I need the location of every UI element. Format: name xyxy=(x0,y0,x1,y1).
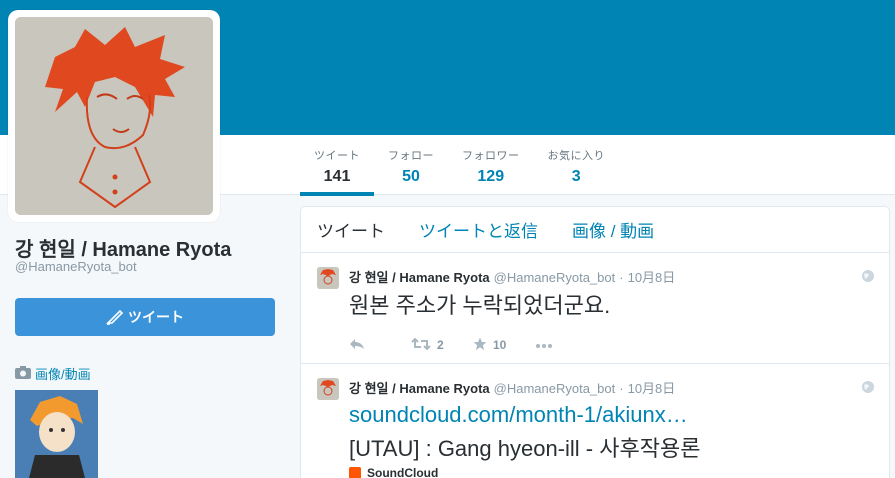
profile-avatar[interactable] xyxy=(8,10,220,222)
stat-favorites-label: お気に入り xyxy=(547,150,605,162)
reply-button[interactable] xyxy=(349,338,411,353)
card-source-label: SoundCloud xyxy=(367,466,439,478)
favorite-count: 10 xyxy=(493,338,507,352)
tweet-author-name[interactable]: 강 현일 / Hamane Ryota xyxy=(349,378,490,397)
retweet-button[interactable]: 2 xyxy=(411,337,473,353)
tweet-item[interactable]: 강 현일 / Hamane Ryota @HamaneRyota_bot · 1… xyxy=(301,364,889,478)
globe-icon xyxy=(861,380,875,399)
tweet-text: 원본 주소가 누락되었더군요. xyxy=(349,293,611,318)
stat-favorites[interactable]: お気に入り 3 xyxy=(534,135,620,195)
star-icon xyxy=(473,337,487,354)
tweet-author-handle[interactable]: @HamaneRyota_bot xyxy=(494,381,616,396)
tab-media[interactable]: 画像 / 動画 xyxy=(572,217,654,242)
stat-favorites-value: 3 xyxy=(571,168,581,185)
stat-following[interactable]: フォロー 50 xyxy=(374,135,448,195)
media-link-label: 画像/動画 xyxy=(35,367,91,382)
soundcloud-icon xyxy=(349,467,361,478)
media-thumbnail[interactable] xyxy=(15,390,98,478)
tweet-timestamp[interactable]: 10月8日 xyxy=(628,378,676,397)
reply-icon xyxy=(349,338,365,353)
quill-icon xyxy=(106,309,124,325)
tweet-separator: · xyxy=(619,381,624,396)
tweet-author-name[interactable]: 강 현일 / Hamane Ryota xyxy=(349,267,490,286)
stat-followers[interactable]: フォロワー 129 xyxy=(448,135,534,195)
stat-followers-label: フォロワー xyxy=(462,150,520,162)
tweet-link[interactable]: soundcloud.com/month-1/akiunx… xyxy=(349,401,873,429)
stat-followers-value: 129 xyxy=(477,168,505,185)
globe-icon xyxy=(861,269,875,288)
profile-handle[interactable]: @HamaneRyota_bot xyxy=(15,259,137,274)
tweet-text: [UTAU] : Gang hyeon-ill - 사후작용론 xyxy=(349,436,701,461)
tweet-button-label: ツイート xyxy=(128,309,184,325)
tweet-author-handle[interactable]: @HamaneRyota_bot xyxy=(494,270,616,285)
media-link[interactable]: 画像/動画 xyxy=(15,364,91,383)
tweet-avatar[interactable] xyxy=(317,267,339,289)
stat-following-label: フォロー xyxy=(388,150,434,162)
tweet-avatar[interactable] xyxy=(317,378,339,400)
tweet-actions: 2 10 xyxy=(349,326,873,364)
retweet-count: 2 xyxy=(437,338,444,352)
tweet-timestamp[interactable]: 10月8日 xyxy=(628,267,676,286)
stat-tweets-label: ツイート xyxy=(314,150,360,162)
tweet-separator: · xyxy=(619,270,624,285)
tab-tweets-and-replies[interactable]: ツイートと返信 xyxy=(419,217,538,242)
tab-tweets[interactable]: ツイート xyxy=(317,217,385,242)
tweet-header: 강 현일 / Hamane Ryota @HamaneRyota_bot · 1… xyxy=(349,378,873,397)
stat-following-value: 50 xyxy=(402,168,420,185)
timeline-tabs: ツイート ツイートと返信 画像 / 動画 xyxy=(301,207,889,253)
media-card-source[interactable]: SoundCloud xyxy=(349,466,438,478)
tweet-button[interactable]: ツイート xyxy=(15,298,275,336)
tweet-item[interactable]: 강 현일 / Hamane Ryota @HamaneRyota_bot · 1… xyxy=(301,253,889,364)
profile-stats: ツイート 141 フォロー 50 フォロワー 129 お気に入り 3 xyxy=(300,135,620,196)
stat-tweets[interactable]: ツイート 141 xyxy=(300,135,374,196)
stat-tweets-value: 141 xyxy=(323,168,351,185)
timeline: ツイート ツイートと返信 画像 / 動画 강 현일 / Hamane Ryota… xyxy=(300,206,890,478)
camera-icon xyxy=(15,365,31,382)
more-icon xyxy=(535,338,553,352)
tweet-header: 강 현일 / Hamane Ryota @HamaneRyota_bot · 1… xyxy=(349,267,873,286)
profile-name[interactable]: 강 현일 / Hamane Ryota xyxy=(15,233,231,262)
retweet-icon xyxy=(411,337,431,353)
more-button[interactable] xyxy=(535,338,597,352)
favorite-button[interactable]: 10 xyxy=(473,337,535,354)
avatar-drawing xyxy=(15,17,213,215)
